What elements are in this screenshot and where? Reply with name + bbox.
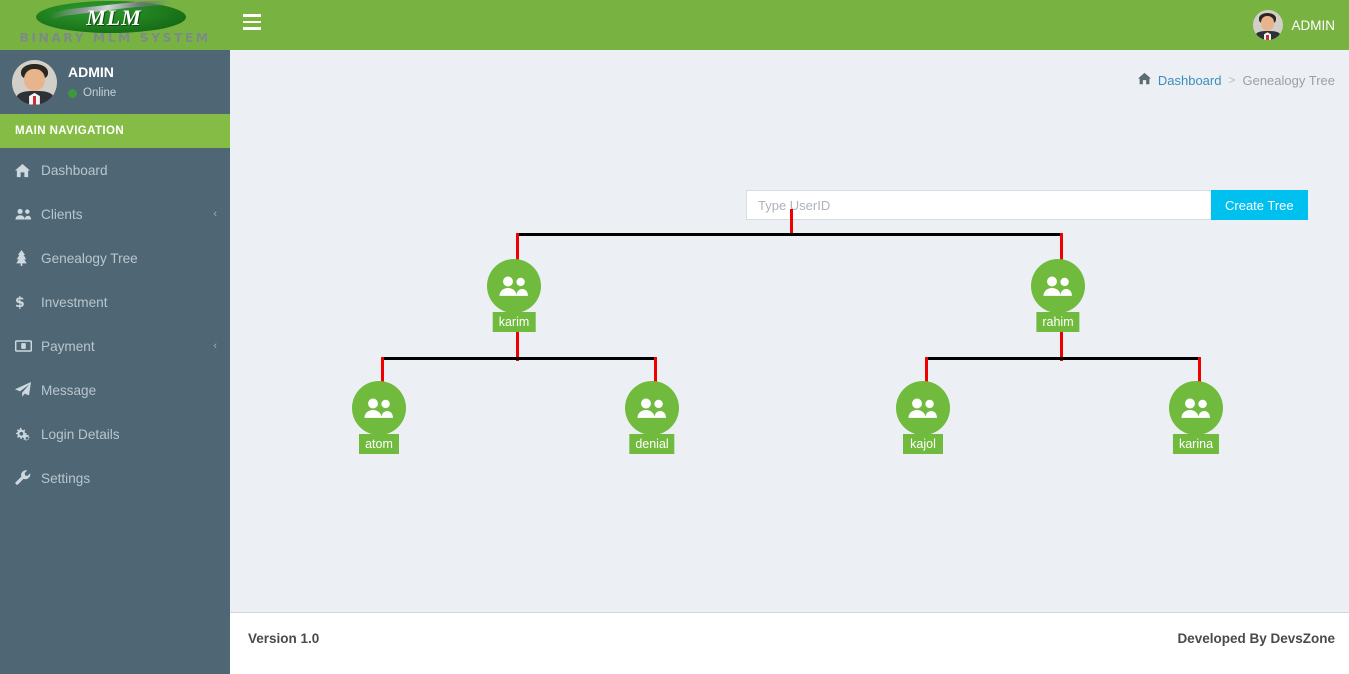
- tree-node[interactable]: atom: [352, 381, 406, 454]
- online-status-icon: [68, 89, 77, 99]
- user-menu-label: ADMIN: [1291, 17, 1336, 33]
- users-icon[interactable]: [625, 381, 679, 435]
- paper-plane-icon: [15, 382, 41, 398]
- sidebar-item-settings[interactable]: Settings: [0, 456, 230, 500]
- tree-node[interactable]: kajol: [896, 381, 950, 454]
- users-icon[interactable]: [896, 381, 950, 435]
- user-menu[interactable]: ADMIN: [1252, 0, 1336, 50]
- sidebar-item-payment[interactable]: Payment ‹: [0, 324, 230, 368]
- tree-connector-horizontal: [925, 357, 1199, 360]
- sidebar-nav-header: MAIN NAVIGATION: [0, 114, 230, 148]
- sidebar-item-genealogy-tree[interactable]: Genealogy Tree: [0, 236, 230, 280]
- sidebar-item-label: Dashboard: [41, 162, 108, 178]
- sidebar-user-name: ADMIN: [68, 64, 114, 81]
- tree-node-label[interactable]: rahim: [1036, 312, 1080, 332]
- wrench-icon: [15, 470, 41, 486]
- hamburger-bar-2: [243, 20, 261, 24]
- sidebar-item-investment[interactable]: $ Investment: [0, 280, 230, 324]
- hamburger-bar-3: [243, 27, 261, 30]
- tree-icon: [15, 250, 41, 266]
- sidebar-user-status-label: Online: [83, 87, 117, 100]
- footer-credit: Developed By DevsZone: [1177, 631, 1335, 646]
- tree-node-label[interactable]: atom: [359, 434, 399, 454]
- sidebar-item-dashboard[interactable]: Dashboard: [0, 148, 230, 192]
- users-icon[interactable]: [1169, 381, 1223, 435]
- top-header: MLM BINARY MLM SYSTEM ADMIN: [0, 0, 1349, 50]
- tree-connector-horizontal: [381, 357, 655, 360]
- tree-node-label[interactable]: kajol: [903, 434, 943, 454]
- hamburger-bar-1: [243, 14, 261, 17]
- tree-node[interactable]: karina: [1169, 381, 1223, 454]
- money-icon: [15, 340, 41, 352]
- tree-connector-horizontal: [516, 233, 1063, 236]
- sidebar-item-label: Payment: [41, 338, 95, 354]
- sidebar-user-panel[interactable]: ADMIN Online: [0, 50, 230, 114]
- footer-version: Version 1.0: [248, 631, 320, 646]
- users-icon[interactable]: [487, 259, 541, 313]
- sidebar-item-label: Investment: [41, 294, 108, 310]
- logo-subtitle: BINARY MLM SYSTEM: [19, 30, 211, 45]
- chevron-left-icon: ‹: [213, 208, 217, 220]
- sidebar-item-label: Genealogy Tree: [41, 250, 138, 266]
- tree-node[interactable]: karim: [487, 259, 541, 332]
- app-logo[interactable]: MLM BINARY MLM SYSTEM: [0, 0, 230, 50]
- dollar-icon: $: [15, 294, 41, 310]
- tree-node-label[interactable]: denial: [629, 434, 675, 454]
- users-icon[interactable]: [1031, 259, 1085, 313]
- tree-connector-vertical: [790, 209, 793, 235]
- svg-text:$: $: [15, 295, 25, 310]
- tree-node-label[interactable]: karim: [492, 312, 536, 332]
- sidebar: ADMIN Online MAIN NAVIGATION Dashboard C…: [0, 50, 230, 674]
- sidebar-item-label: Settings: [41, 470, 91, 486]
- sidebar-item-label: Message: [41, 382, 97, 398]
- tree-node-label[interactable]: karina: [1172, 434, 1220, 454]
- sidebar-item-label: Clients: [41, 206, 83, 222]
- home-icon: [15, 163, 41, 178]
- avatar: [1252, 10, 1283, 40]
- gears-icon: [15, 427, 41, 442]
- sidebar-user-status: Online: [68, 85, 116, 102]
- sidebar-item-label: Login Details: [41, 426, 120, 442]
- users-icon[interactable]: [352, 381, 406, 435]
- tree-node[interactable]: rahim: [1031, 259, 1085, 332]
- sidebar-item-clients[interactable]: Clients ‹: [0, 192, 230, 236]
- genealogy-tree: karim rahim atom denial kajol karina: [230, 50, 1349, 612]
- sidebar-item-message[interactable]: Message: [0, 368, 230, 412]
- logo-title: MLM: [86, 5, 142, 30]
- main-content: Dashboard > Genealogy Tree Create Tree: [230, 50, 1349, 612]
- footer: Version 1.0 Developed By DevsZone: [230, 612, 1349, 674]
- chevron-left-icon: ‹: [213, 340, 217, 352]
- hamburger-menu-icon[interactable]: [243, 14, 265, 36]
- tree-node[interactable]: denial: [625, 381, 679, 454]
- sidebar-item-login-details[interactable]: Login Details: [0, 412, 230, 456]
- users-icon: [15, 207, 41, 221]
- avatar: [12, 59, 57, 105]
